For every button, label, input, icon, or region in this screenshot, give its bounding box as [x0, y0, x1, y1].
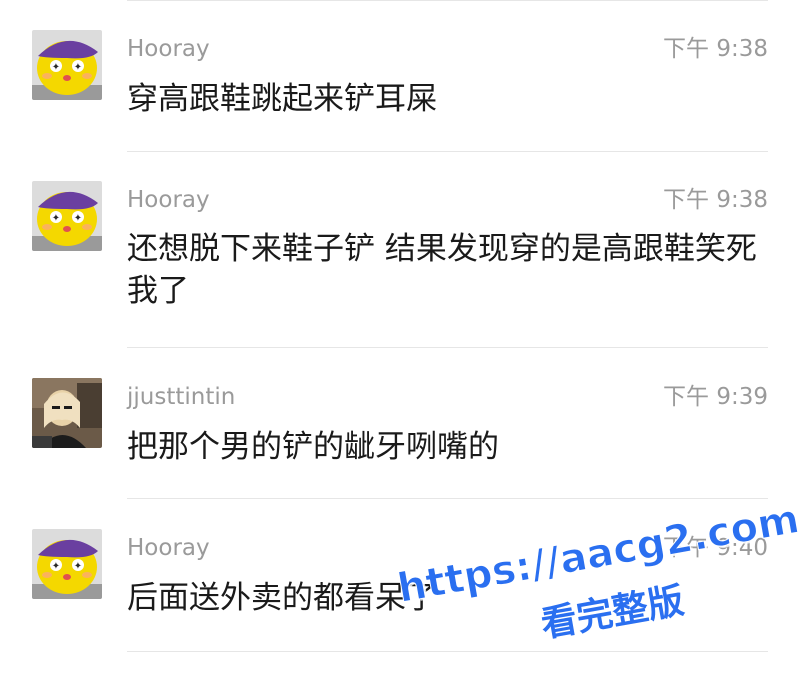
svg-text:✦: ✦ [52, 561, 60, 572]
avatar[interactable]: ✦ ✦ [32, 30, 102, 100]
message-item[interactable]: ✦ ✦ Hooray 下午 9:38 穿高跟鞋跳起来铲耳屎 [0, 0, 800, 152]
avatar[interactable] [32, 378, 102, 448]
yellow-cartoon-avatar-icon: ✦ ✦ [32, 30, 102, 100]
message-item[interactable]: ✦ ✦ Hooray 下午 9:38 还想脱下来鞋子铲 结果发现穿的是高跟鞋笑死… [0, 152, 800, 348]
message-text: 还想脱下来鞋子铲 结果发现穿的是高跟鞋笑死我了 [127, 231, 757, 309]
sender-name[interactable]: Hooray [127, 533, 210, 563]
svg-text:✦: ✦ [74, 561, 82, 572]
sender-name[interactable]: Hooray [127, 34, 210, 64]
message-timestamp: 下午 9:39 [663, 384, 768, 410]
svg-text:✦: ✦ [52, 62, 60, 73]
message-timestamp: 下午 9:38 [663, 36, 768, 62]
message-text: 穿高跟鞋跳起来铲耳屎 [127, 81, 437, 117]
sender-name[interactable]: Hooray [127, 185, 210, 215]
photo-avatar-icon [32, 378, 102, 448]
message-timestamp: 下午 9:38 [663, 187, 768, 213]
svg-text:✦: ✦ [52, 213, 60, 224]
avatar[interactable]: ✦ ✦ [32, 529, 102, 599]
message-text: 把那个男的铲的龇牙咧嘴的 [127, 429, 499, 465]
message-item[interactable]: jjusttintin 下午 9:39 把那个男的铲的龇牙咧嘴的 [0, 348, 800, 499]
svg-text:✦: ✦ [74, 213, 82, 224]
yellow-cartoon-avatar-icon: ✦ ✦ [32, 529, 102, 599]
avatar[interactable]: ✦ ✦ [32, 181, 102, 251]
svg-text:✦: ✦ [74, 62, 82, 73]
sender-name[interactable]: jjusttintin [127, 382, 235, 412]
yellow-cartoon-avatar-icon: ✦ ✦ [32, 181, 102, 251]
